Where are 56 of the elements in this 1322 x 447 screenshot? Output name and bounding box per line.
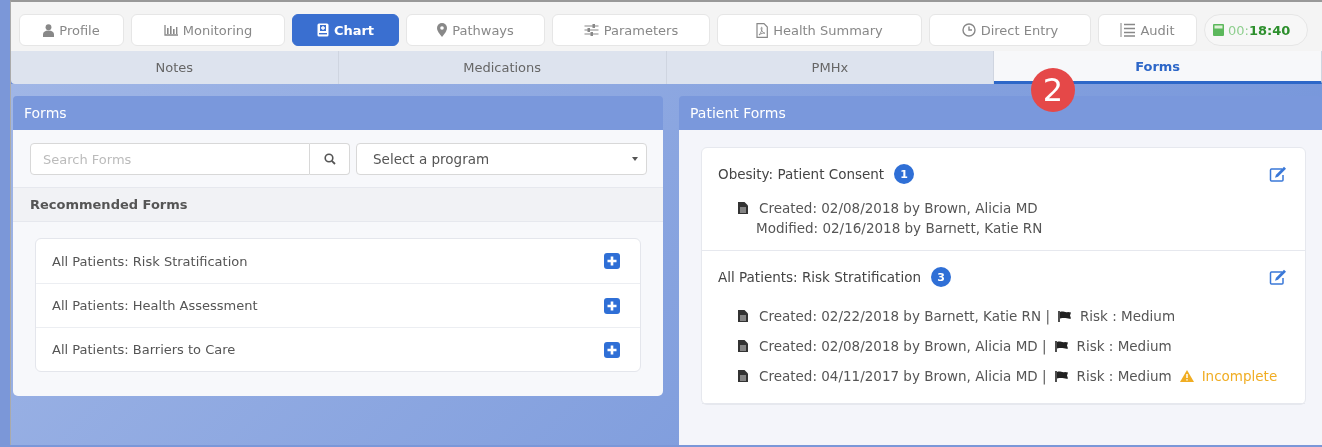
flag-icon [1057,310,1072,322]
pdf-file-icon [756,22,769,38]
search-icon [323,153,336,165]
created-text: Created: 02/08/2018 by Brown, Alicia MD | [759,338,1047,354]
nav-tab[interactable]: Chart [292,14,399,46]
nav-tab[interactable]: Parameters [552,14,710,46]
document-icon [738,340,748,352]
edit-button[interactable] [1269,166,1287,182]
form-title: All Patients: Risk Stratification [718,269,921,285]
panel-header: Forms [13,96,663,130]
edit-icon [1269,269,1287,285]
form-title: Obesity: Patient Consent [718,166,885,182]
document-icon [738,202,748,214]
created-text: Created: 02/22/2018 by Barnett, Katie RN | [759,308,1050,324]
nav-tab[interactable]: Monitoring [131,14,285,46]
nav-tab[interactable]: Pathways [406,14,545,46]
bar-chart-icon [163,24,178,36]
add-icon [604,341,620,358]
modified-text: Modified: 02/16/2018 by Barnett, Katie RN [755,219,1044,238]
form-name: All Patients: Barriers to Care [52,342,236,357]
search-field[interactable]: Search Forms [30,143,310,175]
list-icon [1120,23,1136,37]
edit-button[interactable] [1269,269,1287,285]
map-pin-icon [437,23,448,37]
status-text: Incomplete [1201,368,1278,384]
clock-icon [961,23,976,37]
document-icon [738,370,748,382]
person-icon [43,23,55,37]
form-name: All Patients: Risk Stratification [52,253,248,269]
flag-icon [1054,340,1069,352]
edit-icon [1269,166,1287,182]
add-icon [604,297,620,314]
document-icon [738,310,748,322]
warning-icon [1179,370,1194,382]
nav-tab[interactable]: Profile [19,14,124,46]
nav-tab[interactable]: Audit [1098,14,1197,46]
risk-text: Risk : Medium [1076,338,1172,354]
flag-icon [1054,370,1069,382]
chart-document-icon [316,23,329,37]
calculator-icon [1213,24,1224,36]
risk-text: Risk : Medium [1079,308,1176,324]
nav-tab[interactable]: Direct Entry [929,14,1091,46]
count-badge: 1 [894,164,915,184]
nav-tab[interactable]: Health Summary [717,14,922,46]
add-icon [604,253,620,269]
created-text: Created: 02/08/2018 by Brown, Alicia MD [759,200,1038,216]
form-name: All Patients: Health Assessment [52,298,258,313]
program-select[interactable]: Select a program [356,143,647,175]
risk-text: Risk : Medium [1076,368,1172,384]
section-heading: Recommended Forms [13,187,663,222]
search-button[interactable] [310,143,350,175]
sliders-icon [583,24,599,36]
created-text: Created: 04/11/2017 by Brown, Alicia MD | [759,368,1047,384]
caret-icon [632,157,638,161]
count-badge: 3 [930,267,951,287]
timer-text: 00:18:40 [1228,22,1291,38]
